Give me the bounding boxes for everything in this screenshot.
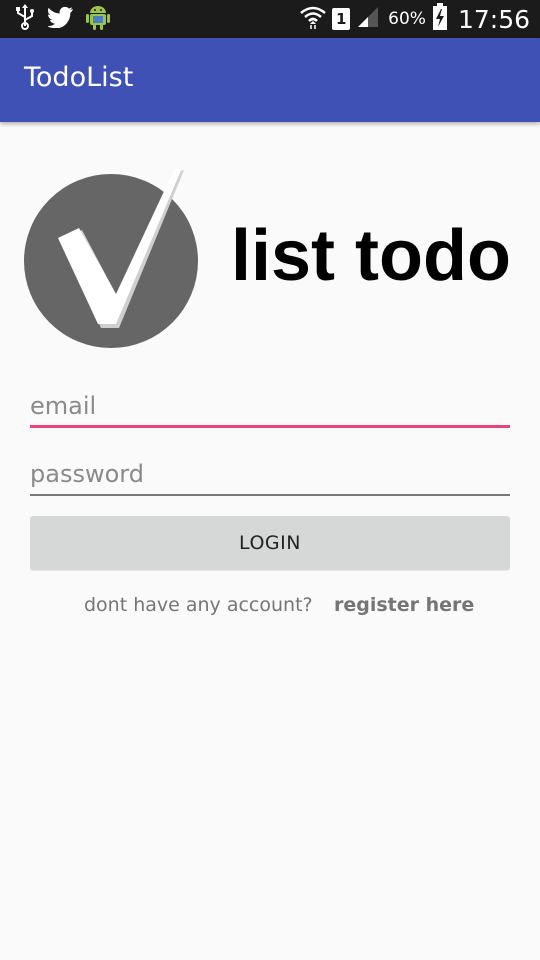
- clock: 17:56: [457, 4, 530, 34]
- app-logo: list todo: [22, 168, 522, 352]
- wifi-icon: [300, 5, 326, 33]
- password-field[interactable]: [30, 452, 510, 496]
- register-row: dont have any account? register here: [0, 594, 540, 622]
- email-underline: [30, 425, 510, 428]
- battery-percent: 60%: [388, 9, 426, 29]
- logo-text: list todo: [231, 216, 511, 296]
- status-bar: 1 60% 17:56: [0, 0, 540, 38]
- usb-icon: [14, 4, 36, 34]
- register-link[interactable]: register here: [334, 594, 474, 616]
- app-title: TodoList: [24, 62, 134, 93]
- password-underline: [30, 494, 510, 496]
- checkmark-circle-icon: [22, 168, 206, 352]
- twitter-icon: [47, 6, 74, 32]
- login-button[interactable]: LOGIN: [30, 516, 510, 570]
- android-icon: [86, 3, 110, 35]
- email-field[interactable]: [30, 384, 510, 428]
- status-system: 1 60% 17:56: [300, 0, 530, 38]
- email-input[interactable]: [30, 384, 510, 428]
- signal-icon: [356, 5, 382, 33]
- status-notifications: [14, 3, 110, 35]
- sim-slot-indicator: 1: [332, 8, 351, 30]
- battery-charging-icon: [432, 3, 448, 35]
- register-prompt: dont have any account?: [84, 594, 313, 616]
- password-input[interactable]: [30, 452, 510, 496]
- app-bar: TodoList: [0, 38, 540, 122]
